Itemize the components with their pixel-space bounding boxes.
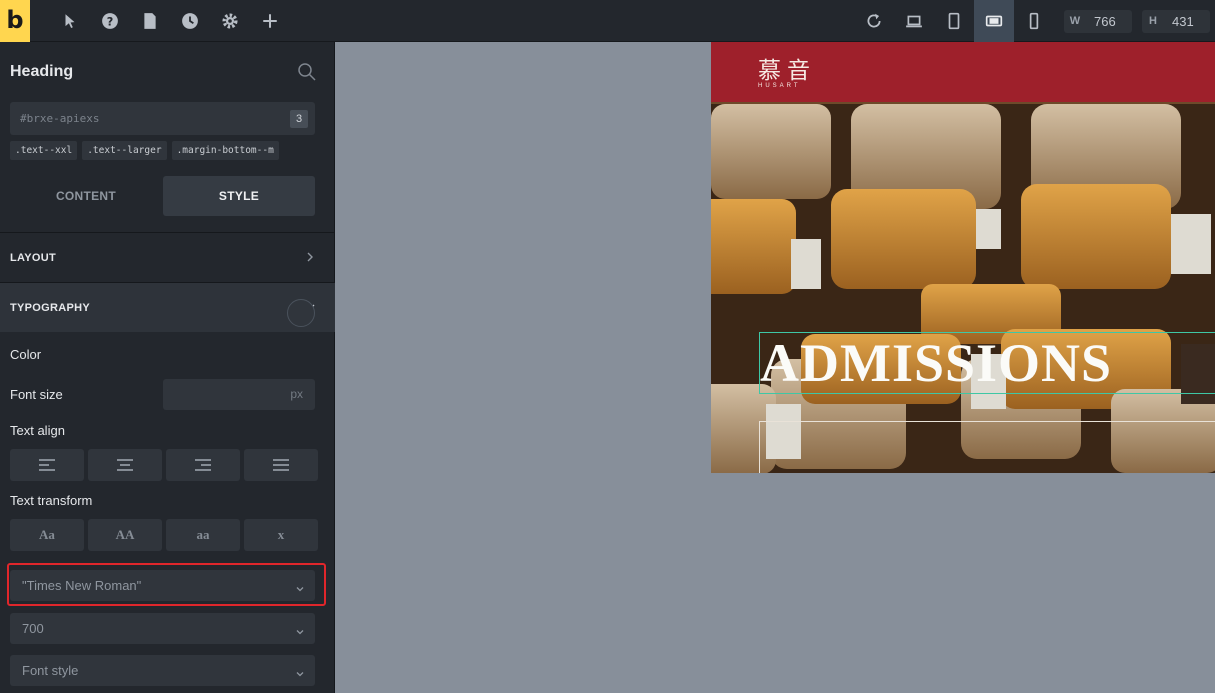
tablet-landscape-icon[interactable]: [984, 11, 1004, 31]
site-logo-cn: 慕音: [758, 58, 816, 84]
section-layout-title: LAYOUT: [10, 252, 57, 264]
section-typography-title: TYPOGRAPHY: [10, 302, 91, 314]
transform-capitalize-button[interactable]: Aa: [10, 519, 84, 551]
height-label: H: [1149, 15, 1157, 27]
font-weight-value: 700: [22, 621, 44, 636]
selector-id: #brxe-apiexs: [20, 112, 100, 125]
width-value: 766: [1094, 14, 1116, 29]
site-logo-en: HUSART: [758, 83, 801, 89]
chevron-down-icon: [295, 666, 305, 677]
svg-text:?: ?: [107, 16, 114, 29]
plus-icon[interactable]: [260, 11, 280, 31]
align-left-icon[interactable]: [10, 449, 84, 481]
hero-content-box[interactable]: [759, 421, 1215, 473]
section-layout[interactable]: LAYOUT: [0, 232, 335, 282]
font-style-select[interactable]: Font style: [10, 655, 315, 686]
panel-title: Heading: [10, 63, 74, 80]
tablet-portrait-icon[interactable]: [944, 11, 964, 31]
builder-logo[interactable]: b: [0, 0, 30, 42]
auditorium-seats-image: [711, 104, 1215, 473]
page-icon[interactable]: [140, 11, 160, 31]
class-chips: .text--xxl .text--larger .margin-bottom-…: [10, 141, 279, 160]
color-picker[interactable]: [287, 299, 315, 327]
css-selector-input[interactable]: #brxe-apiexs 3: [10, 102, 315, 135]
height-value: 431: [1172, 14, 1194, 29]
cursor-icon[interactable]: [60, 11, 80, 31]
hero-heading-selected[interactable]: ADMISSIONS: [759, 332, 1215, 394]
font-style-placeholder: Font style: [22, 663, 79, 678]
chevron-right-icon: [303, 250, 317, 264]
tab-style[interactable]: STYLE: [163, 176, 315, 216]
transform-uppercase-button[interactable]: AA: [88, 519, 162, 551]
transform-lowercase-button[interactable]: aa: [166, 519, 240, 551]
font-size-input[interactable]: px: [163, 379, 315, 410]
align-right-icon[interactable]: [166, 449, 240, 481]
laptop-icon[interactable]: [904, 11, 924, 31]
hero-section[interactable]: ADMISSIONS: [711, 104, 1215, 473]
selector-count-badge: 3: [290, 110, 308, 128]
style-panel: Heading #brxe-apiexs 3 .text--xxl .text-…: [0, 42, 335, 693]
site-header[interactable]: 慕音 HUSART: [711, 42, 1215, 102]
hero-heading: ADMISSIONS: [760, 333, 1113, 393]
class-chip[interactable]: .margin-bottom--m: [171, 141, 279, 160]
help-icon[interactable]: ?: [100, 11, 120, 31]
width-field[interactable]: W 766: [1064, 10, 1132, 33]
settings-icon[interactable]: [220, 11, 240, 31]
refresh-icon[interactable]: [864, 11, 884, 31]
text-transform-group: Aa AA aa x: [10, 519, 318, 551]
font-weight-select[interactable]: 700: [10, 613, 315, 644]
font-size-unit: px: [290, 387, 303, 401]
tab-content[interactable]: CONTENT: [10, 176, 162, 216]
height-field[interactable]: H 431: [1142, 10, 1210, 33]
search-icon[interactable]: [297, 62, 317, 82]
font-size-label: Font size: [10, 387, 63, 402]
color-label: Color: [10, 347, 42, 362]
text-align-group: [10, 449, 318, 481]
align-justify-icon[interactable]: [244, 449, 318, 481]
class-chip[interactable]: .text--larger: [82, 141, 167, 160]
chevron-down-icon: [295, 624, 305, 635]
mobile-icon[interactable]: [1024, 11, 1044, 31]
class-chip[interactable]: .text--xxl: [10, 141, 78, 160]
history-icon[interactable]: [180, 11, 200, 31]
transform-none-button[interactable]: x: [244, 519, 318, 551]
width-label: W: [1069, 15, 1081, 27]
section-typography[interactable]: TYPOGRAPHY: [0, 282, 335, 332]
font-family-highlight: [7, 563, 326, 606]
text-transform-label: Text transform: [10, 493, 93, 508]
canvas-preview[interactable]: 慕音 HUSART ADMISSIONS: [711, 42, 1215, 473]
text-align-label: Text align: [10, 423, 65, 438]
align-center-icon[interactable]: [88, 449, 162, 481]
top-toolbar: b ? W 766 H 431: [0, 0, 1215, 42]
